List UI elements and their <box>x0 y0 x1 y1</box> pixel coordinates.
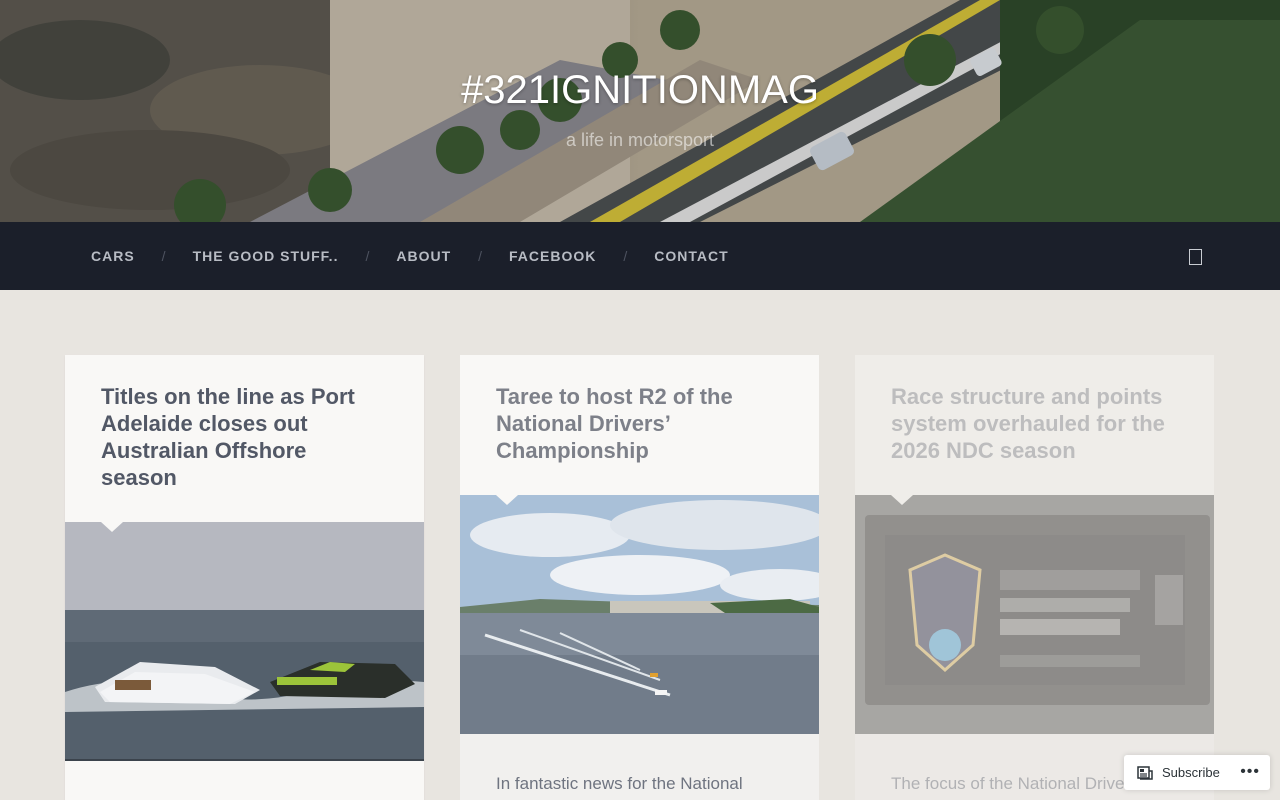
post-thumbnail[interactable] <box>855 495 1214 734</box>
site-tagline: a life in motorsport <box>565 130 715 150</box>
post-excerpt-box <box>65 761 424 800</box>
nav-menu: CARS / THE GOOD STUFF.. / ABOUT / FACEBO… <box>91 222 729 290</box>
jetski-river-aerial-photo <box>460 495 819 734</box>
post-title[interactable]: Titles on the line as Port Adelaide clos… <box>101 383 388 491</box>
post-title-box: Taree to host R2 of the National Drivers… <box>460 355 819 495</box>
post-thumbnail[interactable] <box>65 522 424 761</box>
title-pointer <box>101 522 123 532</box>
title-pointer <box>496 495 518 505</box>
nav-item-about[interactable]: ABOUT <box>396 248 451 264</box>
nav-item-cars[interactable]: CARS <box>91 248 135 264</box>
nav-separator: / <box>478 248 483 264</box>
championship-banner-photo <box>855 495 1214 734</box>
nav-separator: / <box>623 248 628 264</box>
subscribe-widget[interactable]: Subscribe ••• <box>1124 755 1270 790</box>
post-title[interactable]: Race structure and points system overhau… <box>891 383 1178 464</box>
main-navigation: CARS / THE GOOD STUFF.. / ABOUT / FACEBO… <box>0 222 1280 290</box>
post-card[interactable]: Titles on the line as Port Adelaide clos… <box>65 355 424 800</box>
more-options-icon[interactable]: ••• <box>1240 763 1260 781</box>
nav-separator: / <box>161 248 166 264</box>
site-header: #321IGNITIONMAG a life in motorsport <box>0 0 1280 222</box>
nav-item-facebook[interactable]: FACEBOOK <box>509 248 596 264</box>
post-title[interactable]: Taree to host R2 of the National Drivers… <box>496 383 783 464</box>
post-card[interactable]: Race structure and points system overhau… <box>855 355 1214 800</box>
reader-icon <box>1137 765 1154 780</box>
nav-separator: / <box>365 248 370 264</box>
post-title-box: Titles on the line as Port Adelaide clos… <box>65 355 424 522</box>
offshore-powerboats-photo <box>65 522 424 761</box>
post-excerpt-box: In fantastic news for the National <box>460 734 819 800</box>
post-card[interactable]: Taree to host R2 of the National Drivers… <box>460 355 819 800</box>
post-excerpt: In fantastic news for the National <box>496 774 743 793</box>
search-toggle-icon[interactable] <box>1189 249 1202 265</box>
post-title-box: Race structure and points system overhau… <box>855 355 1214 495</box>
title-pointer <box>891 495 913 505</box>
nav-item-the-good-stuff[interactable]: THE GOOD STUFF.. <box>193 248 339 264</box>
site-title[interactable]: #321IGNITIONMAG <box>0 68 1280 113</box>
nav-item-contact[interactable]: CONTACT <box>654 248 728 264</box>
subscribe-button[interactable]: Subscribe <box>1162 765 1220 780</box>
post-thumbnail[interactable] <box>460 495 819 734</box>
